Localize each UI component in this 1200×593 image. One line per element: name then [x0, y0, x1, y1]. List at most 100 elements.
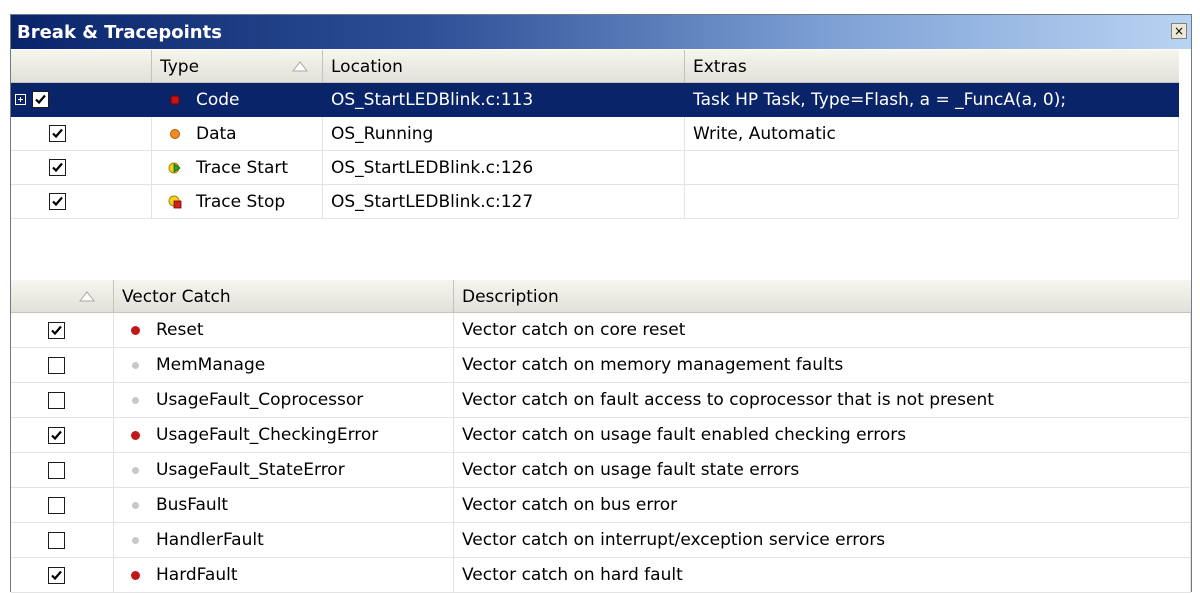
column-header-vector-catch[interactable]: Vector Catch — [114, 280, 454, 313]
breakpoint-enabled-cell[interactable] — [11, 117, 152, 151]
vector-catch-row[interactable]: UsageFault_StateError Vector catch on usa… — [11, 453, 1191, 488]
vector-catch-row[interactable]: UsageFault_Coprocessor Vector catch on fa… — [11, 383, 1191, 418]
vector-catch-description-cell: Vector catch on usage fault enabled chec… — [454, 418, 1191, 453]
vector-catch-enabled-cell[interactable] — [11, 313, 114, 348]
breakpoint-enable-checkbox[interactable] — [49, 159, 66, 176]
breakpoint-location-cell: OS_Running — [323, 117, 685, 151]
vector-catch-name: UsageFault_Coprocessor — [156, 390, 364, 410]
vector-catch-name-cell: UsageFault_CheckingError — [114, 418, 454, 453]
trace-start-icon — [168, 162, 181, 173]
checkmark-icon — [52, 162, 63, 173]
breakpoint-type-cell: Trace Start — [152, 151, 323, 185]
vector-catch-checkbox[interactable] — [48, 426, 65, 444]
sort-ascending-icon — [79, 291, 95, 302]
table-spacer — [11, 248, 1191, 279]
breakpoint-enabled-cell[interactable] — [11, 151, 152, 185]
vector-catch-enabled-cell[interactable] — [11, 453, 114, 488]
breakpoint-location-cell: OS_StartLEDBlink.c:126 — [323, 151, 685, 185]
breakpoints-header: Type Location Extras — [11, 49, 1191, 83]
vector-catch-name: HandlerFault — [156, 530, 264, 550]
breakpoint-extras-cell: Task HP Task, Type=Flash, a = _FuncA(a, … — [685, 83, 1179, 117]
sort-ascending-icon — [292, 61, 308, 72]
window-titlebar[interactable]: Break & Tracepoints × — [11, 15, 1191, 49]
column-header-extras[interactable]: Extras — [685, 50, 1191, 83]
column-header-vc-enabled[interactable] — [11, 280, 114, 313]
vector-catch-enabled-cell[interactable] — [11, 383, 114, 418]
close-icon: × — [1173, 24, 1185, 38]
vector-catch-description-cell: Vector catch on bus error — [454, 488, 1191, 523]
breakpoint-row[interactable]: Trace Stop OS_StartLEDBlink.c:127 — [11, 185, 1191, 219]
trace-stop-icon — [168, 195, 182, 208]
vector-catch-enabled-cell[interactable] — [11, 558, 114, 593]
breakpoint-extras-cell: Write, Automatic — [685, 117, 1179, 151]
breakpoint-enable-checkbox[interactable] — [49, 125, 66, 142]
breakpoint-location-cell: OS_StartLEDBlink.c:127 — [323, 185, 685, 219]
breakpoint-type-label: Data — [196, 123, 237, 144]
checkmark-icon — [51, 570, 62, 580]
breakpoint-row[interactable]: Trace Start OS_StartLEDBlink.c:126 — [11, 151, 1191, 185]
close-button[interactable]: × — [1171, 23, 1187, 39]
vector-catch-name-cell: UsageFault_StateError — [114, 453, 454, 488]
expand-icon[interactable] — [15, 94, 26, 105]
column-header-type[interactable]: Type — [152, 50, 323, 83]
breakpoint-enable-checkbox[interactable] — [49, 193, 66, 210]
data-breakpoint-icon — [170, 128, 180, 139]
window-title: Break & Tracepoints — [17, 21, 222, 43]
checkmark-icon — [35, 94, 46, 105]
breakpoint-enabled-cell[interactable] — [11, 83, 152, 117]
vector-catch-row[interactable]: HardFault Vector catch on hard fault — [11, 558, 1191, 593]
vector-catch-name-cell: Reset — [114, 313, 454, 348]
checkmark-icon — [52, 196, 63, 207]
breakpoint-type-label: Trace Start — [196, 157, 289, 178]
status-inactive-dot-icon — [132, 466, 139, 474]
vector-catch-checkbox[interactable] — [48, 391, 65, 409]
breakpoint-type-cell: Code — [152, 83, 323, 117]
vector-catch-row[interactable]: Reset Vector catch on core reset — [11, 313, 1191, 348]
vector-catch-enabled-cell[interactable] — [11, 418, 114, 453]
status-active-dot-icon — [131, 570, 140, 580]
vector-catch-row[interactable]: BusFault Vector catch on bus error — [11, 488, 1191, 523]
vector-catch-checkbox[interactable] — [48, 531, 65, 549]
vector-catch-name: UsageFault_CheckingError — [156, 425, 379, 445]
vector-catch-enabled-cell[interactable] — [11, 488, 114, 523]
vector-catch-checkbox[interactable] — [48, 566, 65, 584]
breakpoint-type-cell: Data — [152, 117, 323, 151]
checkmark-icon — [51, 325, 62, 335]
vector-catch-name-cell: MemManage — [114, 348, 454, 383]
breakpoint-type-cell: Trace Stop — [152, 185, 323, 219]
vector-catch-checkbox[interactable] — [48, 321, 65, 339]
status-inactive-dot-icon — [132, 536, 139, 544]
vector-catch-checkbox[interactable] — [48, 496, 65, 514]
vector-catch-row[interactable]: HandlerFault Vector catch on interrupt/ex… — [11, 523, 1191, 558]
breakpoints-scroll-area — [1179, 49, 1191, 249]
vector-catch-description-cell: Vector catch on hard fault — [454, 558, 1191, 593]
break-tracepoints-window: Break & Tracepoints × Type Location Extr… — [10, 14, 1192, 593]
status-active-dot-icon — [131, 325, 140, 335]
breakpoint-enable-checkbox[interactable] — [32, 91, 49, 108]
code-breakpoint-icon — [170, 95, 180, 104]
checkmark-icon — [51, 430, 62, 440]
breakpoint-enabled-cell[interactable] — [11, 185, 152, 219]
column-header-description[interactable]: Description — [454, 280, 1191, 313]
vector-catch-row[interactable]: MemManage Vector catch on memory manageme… — [11, 348, 1191, 383]
vector-catch-description-cell: Vector catch on fault access to coproces… — [454, 383, 1191, 418]
column-header-location[interactable]: Location — [323, 50, 685, 83]
breakpoint-location-cell: OS_StartLEDBlink.c:113 — [323, 83, 685, 117]
vector-catch-checkbox[interactable] — [48, 356, 65, 374]
status-inactive-dot-icon — [132, 396, 139, 404]
vector-catch-enabled-cell[interactable] — [11, 523, 114, 558]
vector-catch-name: Reset — [156, 320, 204, 340]
breakpoint-row[interactable]: Data OS_Running Write, Automatic — [11, 117, 1191, 151]
vector-catch-header: Vector Catch Description — [11, 279, 1191, 313]
vector-catch-row[interactable]: UsageFault_CheckingError Vector catch on … — [11, 418, 1191, 453]
breakpoint-row[interactable]: Code OS_StartLEDBlink.c:113 Task HP Task, … — [11, 83, 1191, 117]
vector-catch-name-cell: HandlerFault — [114, 523, 454, 558]
column-header-enabled[interactable] — [11, 50, 152, 83]
vector-catch-checkbox[interactable] — [48, 461, 65, 479]
vector-catch-name: UsageFault_StateError — [156, 460, 345, 480]
vector-catch-name-cell: UsageFault_Coprocessor — [114, 383, 454, 418]
vector-catch-name: BusFault — [156, 495, 229, 515]
status-active-dot-icon — [131, 430, 140, 440]
breakpoint-type-label: Code — [196, 89, 240, 110]
vector-catch-enabled-cell[interactable] — [11, 348, 114, 383]
